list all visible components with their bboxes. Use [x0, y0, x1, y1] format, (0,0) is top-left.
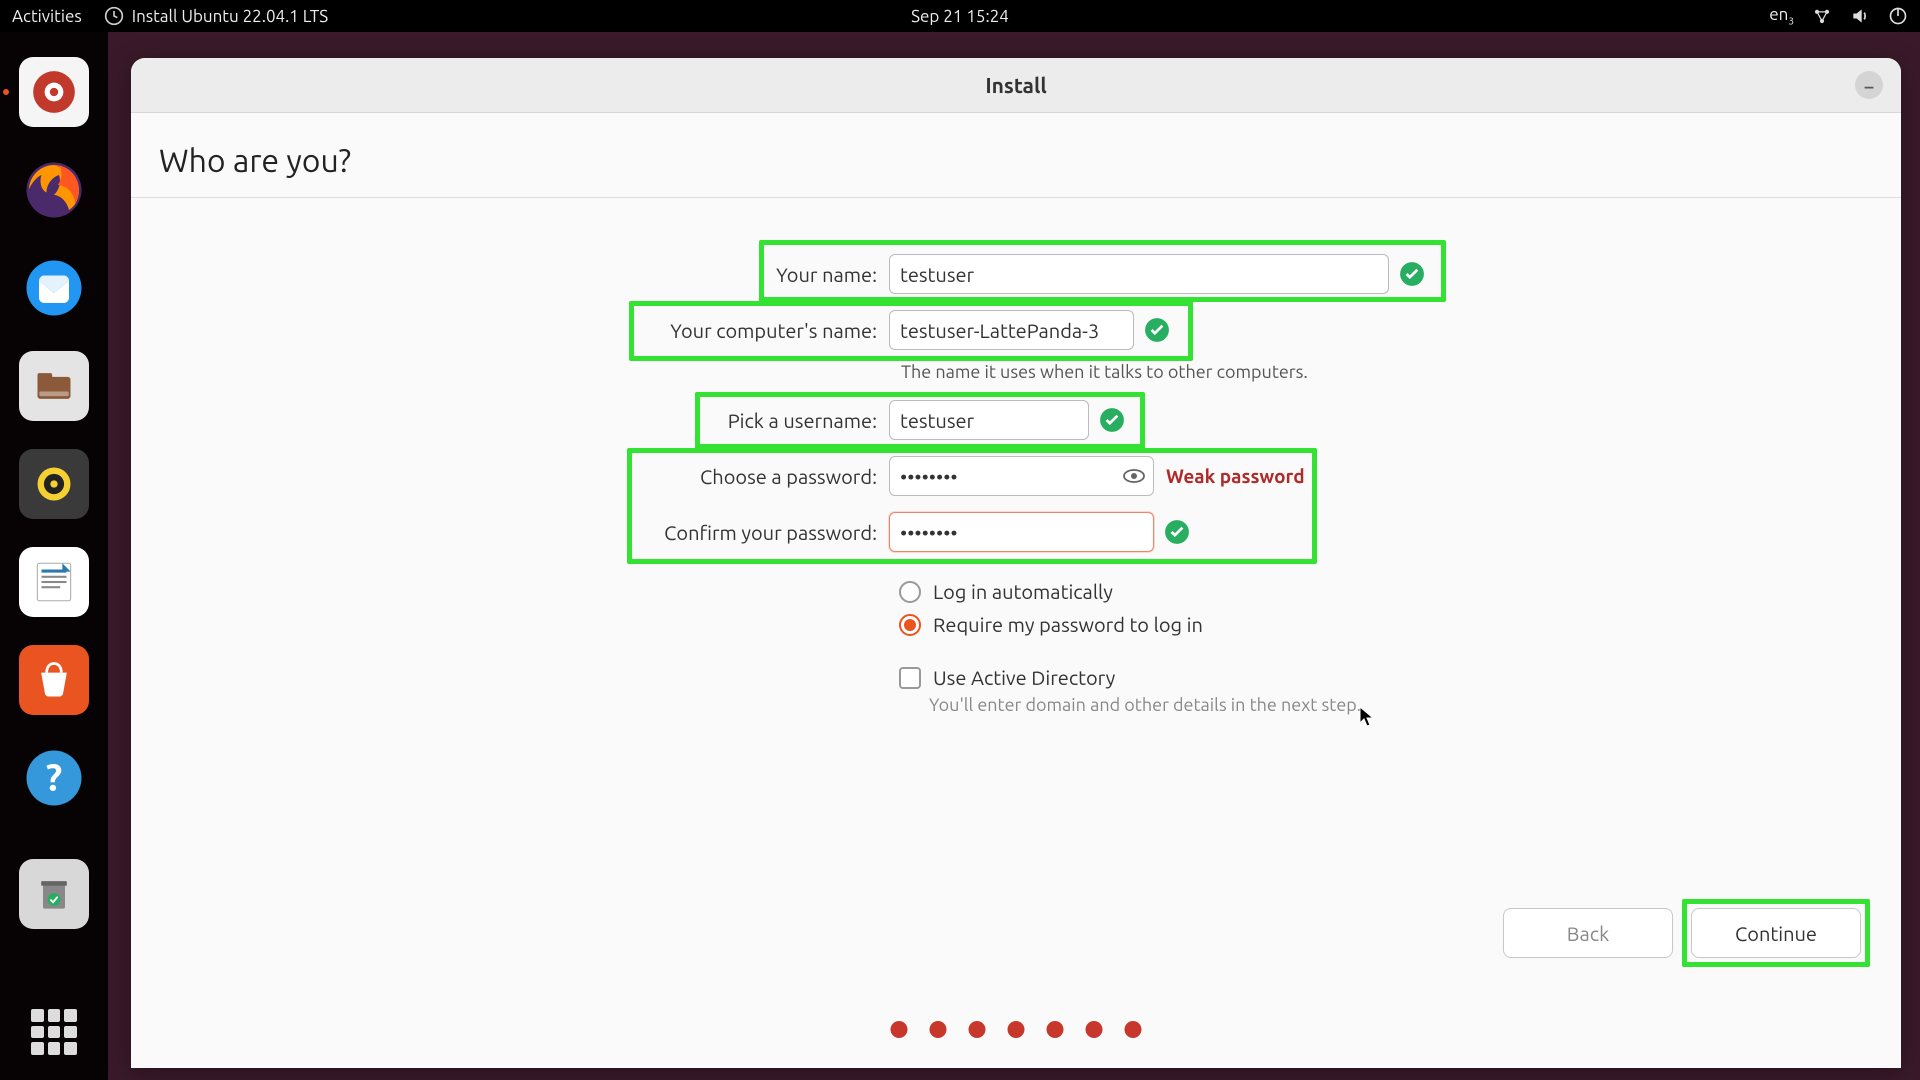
password-input[interactable] [889, 456, 1154, 496]
progress-dot [1125, 1021, 1142, 1038]
check-icon [1164, 519, 1190, 545]
power-icon[interactable] [1888, 6, 1908, 26]
progress-dot [930, 1021, 947, 1038]
progress-dots [891, 1021, 1142, 1038]
confirm-password-input[interactable] [889, 512, 1154, 552]
check-icon [1399, 261, 1425, 287]
progress-dot [969, 1021, 986, 1038]
activities-button[interactable]: Activities [12, 7, 82, 26]
window-title: Install [985, 73, 1046, 97]
show-applications-button[interactable] [31, 1009, 77, 1055]
continue-button[interactable]: Continue [1691, 908, 1861, 958]
active-directory-checkbox[interactable] [899, 667, 921, 689]
topbar-clock[interactable]: Sep 21 15:24 [911, 7, 1009, 26]
username-input[interactable] [889, 400, 1089, 440]
password-strength: Weak password [1166, 465, 1305, 487]
page-title: Who are you? [159, 143, 1873, 179]
dock-trash-icon[interactable] [19, 859, 89, 929]
dock-help-icon[interactable]: ? [19, 743, 89, 813]
login-password-label: Require my password to log in [933, 613, 1203, 636]
progress-dot [891, 1021, 908, 1038]
install-window: Install Who are you? Your name: [131, 58, 1901, 1068]
installer-small-icon [104, 6, 124, 26]
active-directory-label: Use Active Directory [933, 666, 1115, 689]
progress-dot [1086, 1021, 1103, 1038]
username-label: Pick a username: [499, 409, 889, 432]
dock: ? [0, 32, 108, 1080]
volume-icon[interactable] [1850, 6, 1870, 26]
password-label: Choose a password: [499, 465, 889, 488]
progress-dot [1008, 1021, 1025, 1038]
topbar-active-app[interactable]: Install Ubuntu 22.04.1 LTS [104, 6, 328, 26]
dock-rhythmbox-icon[interactable] [19, 449, 89, 519]
network-icon[interactable] [1812, 6, 1832, 26]
svg-text:?: ? [46, 757, 62, 799]
keyboard-layout-indicator[interactable]: en3 [1769, 5, 1794, 26]
check-icon [1099, 407, 1125, 433]
hostname-label: Your computer's name: [499, 319, 889, 342]
name-label: Your name: [499, 263, 889, 286]
hostname-input[interactable] [889, 310, 1134, 350]
gnome-topbar: Activities Install Ubuntu 22.04.1 LTS Se… [0, 0, 1920, 32]
dock-thunderbird-icon[interactable] [19, 253, 89, 323]
minimize-button[interactable] [1855, 71, 1883, 99]
login-password-radio[interactable] [899, 614, 921, 636]
dock-files-icon[interactable] [19, 351, 89, 421]
hostname-hint: The name it uses when it talks to other … [901, 362, 1873, 382]
reveal-password-icon[interactable] [1122, 464, 1146, 488]
window-titlebar: Install [131, 58, 1901, 113]
login-auto-label: Log in automatically [933, 580, 1113, 603]
footer-buttons: Back Continue [1503, 908, 1861, 958]
progress-dot [1047, 1021, 1064, 1038]
dock-software-icon[interactable] [19, 645, 89, 715]
check-icon [1144, 317, 1170, 343]
back-button[interactable]: Back [1503, 908, 1673, 958]
active-directory-hint: You'll enter domain and other details in… [929, 695, 1873, 715]
topbar-app-name: Install Ubuntu 22.04.1 LTS [132, 7, 328, 26]
divider [131, 197, 1901, 198]
dock-firefox-icon[interactable] [19, 155, 89, 225]
dock-installer-icon[interactable] [19, 57, 89, 127]
dock-libreoffice-writer-icon[interactable] [19, 547, 89, 617]
login-auto-radio[interactable] [899, 581, 921, 603]
name-input[interactable] [889, 254, 1389, 294]
confirm-password-label: Confirm your password: [499, 521, 889, 544]
